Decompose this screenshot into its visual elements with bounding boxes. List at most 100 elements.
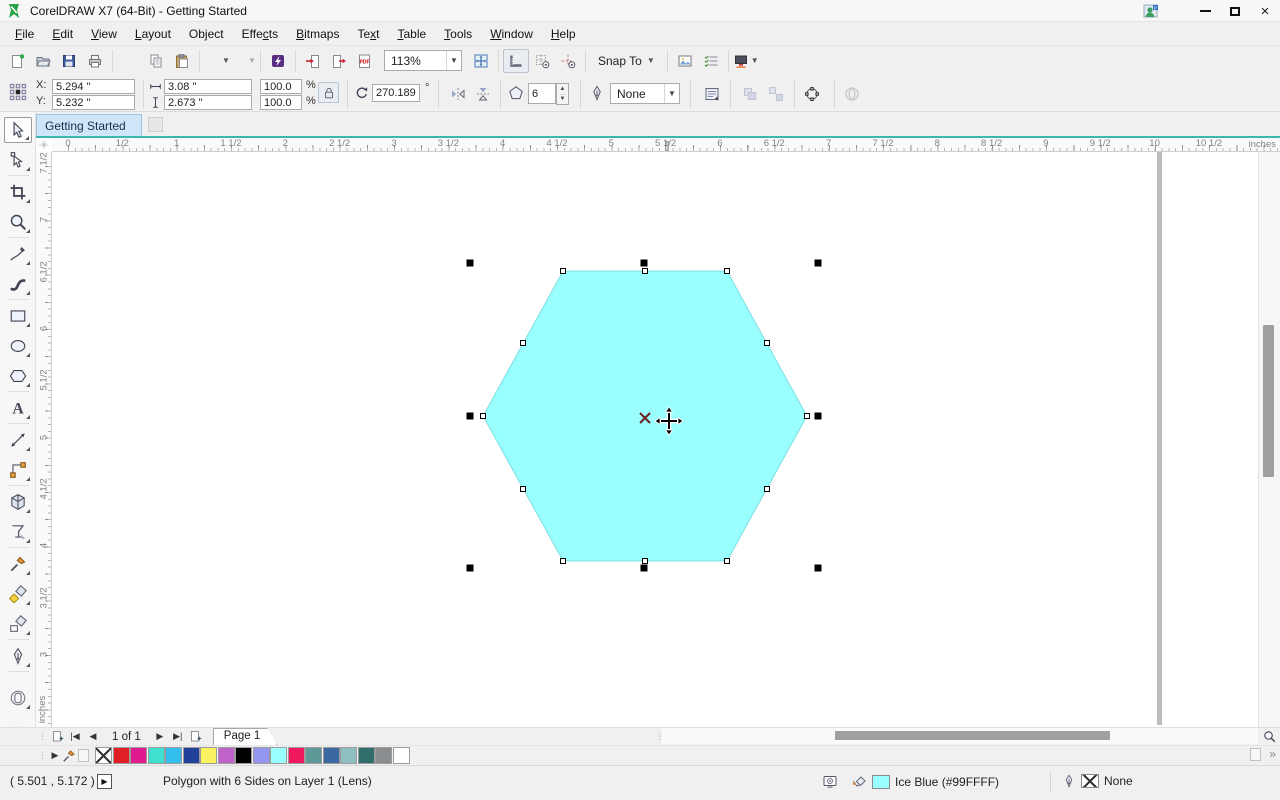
navigator-button[interactable] [1258,727,1280,745]
color-swatch-9595f2[interactable] [252,747,270,764]
interactive-fill-tool[interactable] [4,685,32,711]
polygon-sides-spinner[interactable]: ▲ ▼ [556,83,569,105]
snap-to-button[interactable]: Snap To ▼ [590,51,663,71]
scale-vertical-field[interactable]: 100.0 [260,95,302,110]
menu-window[interactable]: Window [481,24,542,44]
vertical-scrollbar-thumb[interactable] [1263,325,1274,477]
polygon-node[interactable] [804,413,810,419]
extrude-tool[interactable] [4,489,32,515]
menu-bitmaps[interactable]: Bitmaps [287,24,348,44]
first-page-button[interactable]: |◀ [66,729,84,745]
color-swatch-3fe0d0[interactable] [147,747,165,764]
fullscreen-preview-button[interactable] [468,49,494,73]
combo-dropdown-icon[interactable]: ▼ [664,84,679,103]
menu-view[interactable]: View [82,24,126,44]
sign-in-button[interactable] [1138,1,1164,21]
menu-layout[interactable]: Layout [126,24,180,44]
color-swatch-000000[interactable] [235,747,252,764]
y-position-field[interactable]: 5.232 " [52,95,135,110]
color-swatch-e01e26[interactable] [112,747,130,764]
show-grid-button[interactable] [529,49,555,73]
polygon-tool[interactable] [4,363,32,389]
color-swatch-20409a[interactable] [182,747,200,764]
zoom-tool[interactable] [4,209,32,235]
horizontal-scrollbar[interactable] [662,728,1258,744]
rectangle-tool[interactable] [4,303,32,329]
open-button[interactable] [30,49,56,73]
polygon-node[interactable] [764,486,770,492]
polygon-node[interactable] [764,340,770,346]
palette-options-button[interactable] [1250,747,1262,761]
palette-expand-button[interactable]: » [1269,747,1276,761]
mirror-horizontal-button[interactable] [446,82,470,106]
import-button[interactable] [300,49,326,73]
color-swatch-8a8d8f[interactable] [375,747,392,764]
palette-scroll-button[interactable]: ▶ [48,748,62,764]
color-swatch-306e6b[interactable] [357,747,375,764]
color-swatch-ffffff[interactable] [392,747,410,764]
dropdown-icon[interactable]: ▼ [751,56,759,65]
next-page-button[interactable]: ▶ [151,729,169,745]
artistic-media-tool[interactable] [4,271,32,297]
outline-pen-tool[interactable] [4,643,32,669]
dropdown-icon[interactable]: ▼ [248,56,256,65]
selection-handle[interactable] [814,412,822,420]
application-launcher-button[interactable]: ▼ [733,49,759,73]
document-tab[interactable]: Getting Started [36,114,142,136]
menu-table[interactable]: Table [388,24,435,44]
show-guidelines-button[interactable] [555,49,581,73]
show-rulers-button[interactable] [503,48,529,73]
color-swatch-5f9898[interactable] [305,747,322,764]
menu-object[interactable]: Object [180,24,233,44]
ruler-origin-button[interactable] [36,138,52,152]
color-swatch-e01a8f[interactable] [130,747,147,764]
last-page-button[interactable]: ▶| [169,729,187,745]
menu-file[interactable]: File [6,24,43,44]
menu-effects[interactable]: Effects [233,24,287,44]
outline-width-combo[interactable]: None ▼ [610,83,680,104]
cut-button[interactable] [117,49,143,73]
page-1-tab[interactable]: Page 1 [213,728,277,745]
polygon-node[interactable] [642,558,648,564]
options-button[interactable] [672,49,698,73]
vertical-ruler[interactable]: inches 7 1/2 7 6 1/2 6 5 1/2 5 4 1/2 4 3 1/2 3 [36,152,52,727]
crop-tool[interactable] [4,179,32,205]
freehand-tool[interactable] [4,241,32,267]
maximize-button[interactable] [1220,1,1250,21]
polygon-node[interactable] [724,268,730,274]
previous-page-button[interactable]: ◀ [84,729,102,745]
status-flyout-button[interactable]: ▶ [97,774,112,789]
rotate-button[interactable] [354,85,370,101]
color-swatch-f0195e[interactable] [287,747,305,764]
polygon-node[interactable] [520,486,526,492]
undo-button[interactable]: ▼ [204,49,230,73]
menu-help[interactable]: Help [542,24,585,44]
minimize-button[interactable] [1190,1,1220,21]
export-button[interactable] [326,49,352,73]
smart-fill-tool[interactable] [4,581,32,607]
color-swatch-bf63c9[interactable] [217,747,235,764]
zoom-dropdown-icon[interactable]: ▼ [446,51,461,70]
color-swatch-fbf25f[interactable] [200,747,217,764]
drawing-canvas[interactable] [52,152,1258,727]
customize-button[interactable] [698,49,724,73]
object-width-field[interactable]: 3.08 " [164,79,252,94]
vertical-scrollbar[interactable] [1258,152,1280,727]
convert-to-curves-button[interactable] [800,82,824,106]
polygon-node[interactable] [480,413,486,419]
object-height-field[interactable]: 2.673 " [164,95,252,110]
transparency-tool[interactable] [4,519,32,545]
color-proof-button[interactable] [822,774,838,790]
text-tool[interactable] [4,395,32,421]
fill-tool[interactable] [4,611,32,637]
outline-color-well[interactable]: None [1062,774,1133,788]
mirror-vertical-button[interactable] [471,82,495,106]
polygon-node[interactable] [560,268,566,274]
selection-handle[interactable] [814,259,822,267]
pick-tool[interactable] [4,117,32,143]
search-content-button[interactable] [265,49,291,73]
lock-ratio-button[interactable] [318,82,339,103]
copy-button[interactable] [143,49,169,73]
polygon-node[interactable] [642,268,648,274]
selection-handle[interactable] [466,412,474,420]
